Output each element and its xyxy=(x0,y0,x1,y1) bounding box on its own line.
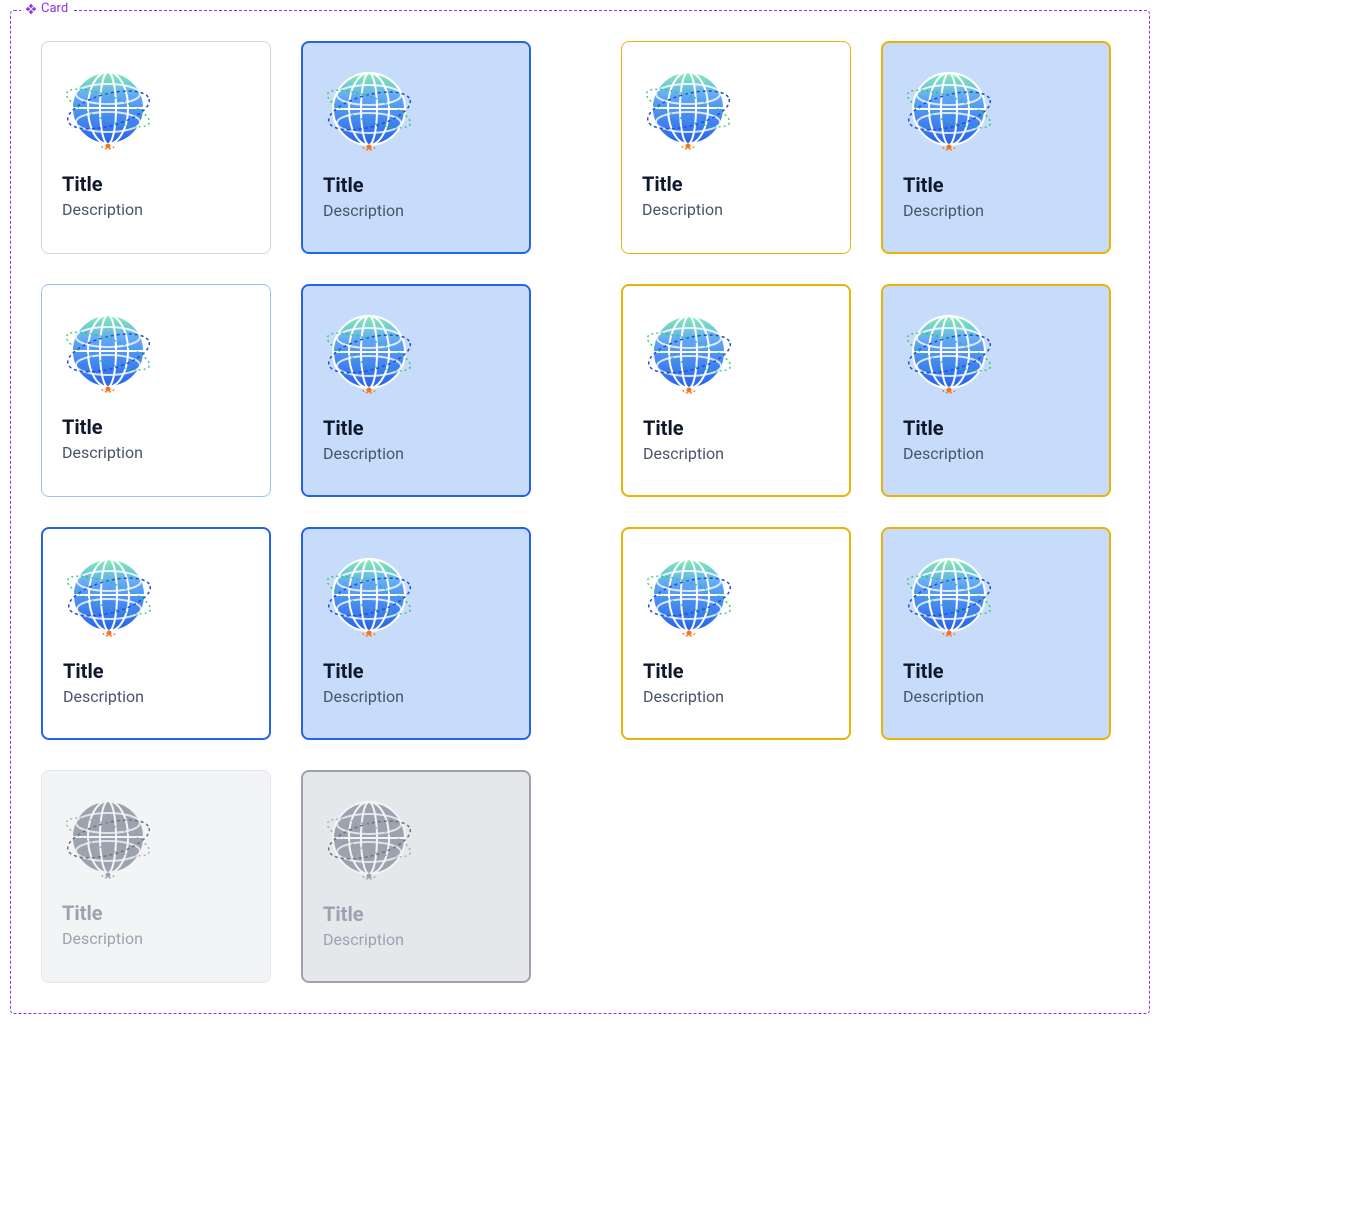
card-title: Title xyxy=(642,172,830,196)
globe-icon xyxy=(642,62,734,154)
card-title: Title xyxy=(62,901,250,925)
card-title: Title xyxy=(903,173,1089,197)
card[interactable]: Title Description xyxy=(301,41,531,254)
card-description: Description xyxy=(63,687,249,706)
card[interactable]: Title Description xyxy=(301,284,531,497)
globe-icon xyxy=(903,549,995,641)
component-icon xyxy=(25,3,37,15)
card-description: Description xyxy=(323,201,509,220)
card-row: Title Description Title Description xyxy=(41,284,1119,497)
globe-icon xyxy=(62,305,154,397)
globe-icon xyxy=(643,306,735,398)
card-title: Title xyxy=(323,902,509,926)
card-description: Description xyxy=(643,687,829,706)
card-title: Title xyxy=(903,416,1089,440)
card-pair-right: Title Description Title Description xyxy=(621,41,1111,254)
card[interactable]: Title Description xyxy=(41,284,271,497)
card[interactable]: Title Description xyxy=(621,41,851,254)
card-title: Title xyxy=(63,659,249,683)
globe-icon xyxy=(323,306,415,398)
card-description: Description xyxy=(903,687,1089,706)
card-title: Title xyxy=(323,173,509,197)
card-description: Description xyxy=(62,443,250,462)
frame-label: Card xyxy=(21,1,72,16)
globe-icon xyxy=(62,62,154,154)
card-description: Description xyxy=(643,444,829,463)
globe-icon xyxy=(643,549,735,641)
card: Title Description xyxy=(41,770,271,983)
card[interactable]: Title Description xyxy=(881,284,1111,497)
card-description: Description xyxy=(903,444,1089,463)
globe-icon xyxy=(903,306,995,398)
card-pair-left: Title Description Title Description xyxy=(41,527,531,740)
card-description: Description xyxy=(323,930,509,949)
card-pair-right: Title Description Title Description xyxy=(621,284,1111,497)
card-description: Description xyxy=(903,201,1089,220)
card-row: Title Description Title Description xyxy=(41,527,1119,740)
card[interactable]: Title Description xyxy=(881,41,1111,254)
card-description: Description xyxy=(62,200,250,219)
card-pair-left: Title Description Title Description xyxy=(41,770,531,983)
card-description: Description xyxy=(323,687,509,706)
card-row: Title Description Title Description xyxy=(41,41,1119,254)
card-description: Description xyxy=(62,929,250,948)
card-pair-right: Title Description Title Description xyxy=(621,527,1111,740)
card[interactable]: Title Description xyxy=(621,284,851,497)
globe-icon xyxy=(323,549,415,641)
card-title: Title xyxy=(643,416,829,440)
card-pair-left: Title Description Title Description xyxy=(41,41,531,254)
card[interactable]: Title Description xyxy=(881,527,1111,740)
globe-icon xyxy=(63,549,155,641)
card[interactable]: Title Description xyxy=(41,41,271,254)
card-row: Title Description Title Description xyxy=(41,770,1119,983)
globe-icon xyxy=(903,63,995,155)
card-title: Title xyxy=(323,659,509,683)
card[interactable]: Title Description xyxy=(621,527,851,740)
globe-icon xyxy=(323,63,415,155)
card[interactable]: Title Description xyxy=(301,527,531,740)
card[interactable]: Title Description xyxy=(41,527,271,740)
card-title: Title xyxy=(62,415,250,439)
globe-icon xyxy=(323,792,415,884)
card-title: Title xyxy=(323,416,509,440)
globe-icon xyxy=(62,791,154,883)
card-pair-left: Title Description Title Description xyxy=(41,284,531,497)
card-title: Title xyxy=(643,659,829,683)
card: Title Description xyxy=(301,770,531,983)
frame-label-text: Card xyxy=(41,1,68,16)
component-frame: Card TitleDescription xyxy=(10,10,1150,1014)
card-title: Title xyxy=(903,659,1089,683)
card-description: Description xyxy=(642,200,830,219)
card-title: Title xyxy=(62,172,250,196)
card-description: Description xyxy=(323,444,509,463)
